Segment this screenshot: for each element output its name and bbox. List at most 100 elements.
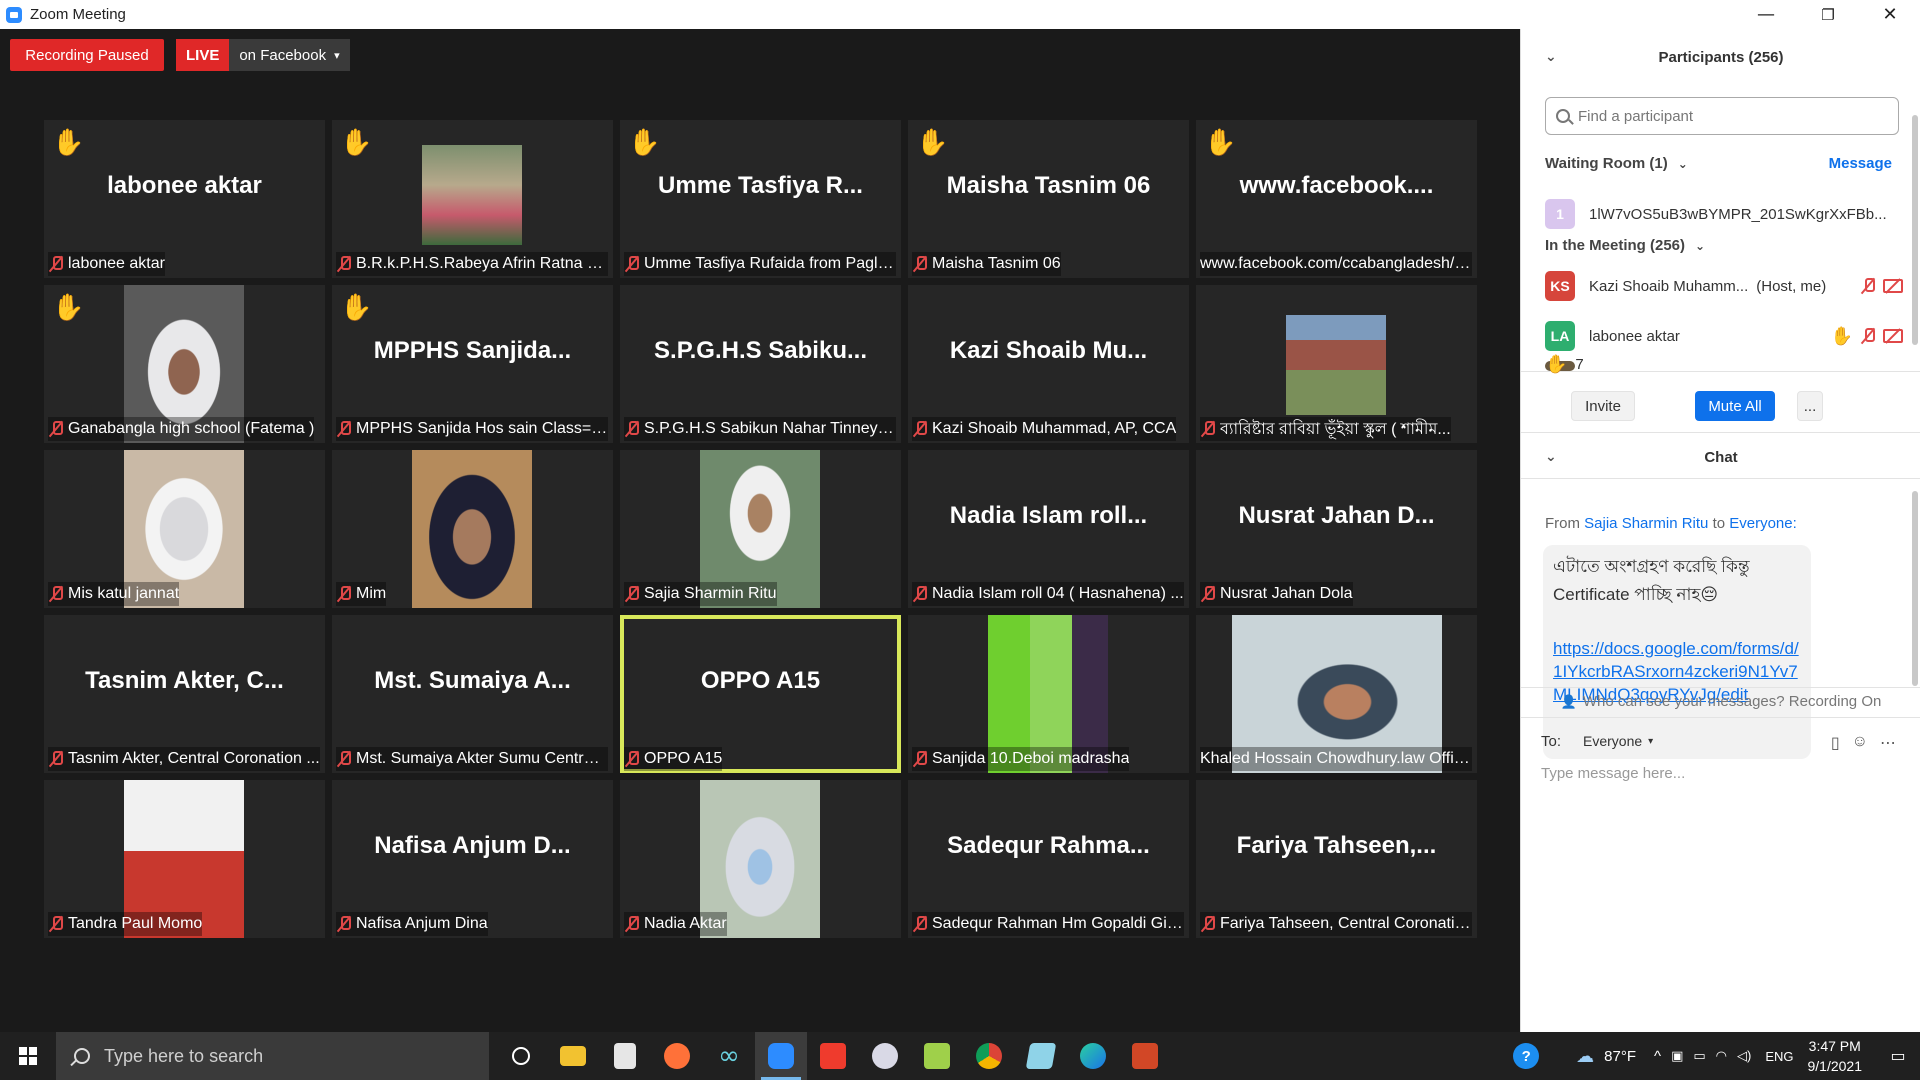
- language-indicator[interactable]: ENG: [1765, 1049, 1793, 1064]
- participant-row[interactable]: LA labonee aktar ✋: [1545, 319, 1905, 353]
- video-tile[interactable]: ✋ Ganabangla high school (Fatema ): [44, 285, 325, 443]
- powerpoint-icon[interactable]: [1119, 1032, 1171, 1080]
- collapse-chat-icon[interactable]: ⌄: [1545, 449, 1557, 465]
- video-tile[interactable]: Mst. Sumaiya A... Mst. Sumaiya Akter Sumu…: [332, 615, 613, 773]
- participant-search-input[interactable]: Find a participant: [1545, 97, 1899, 135]
- in-meeting-heading[interactable]: In the Meeting (256) ⌄: [1545, 237, 1705, 254]
- message-visibility-info[interactable]: 👤 Who can see your messages? Recording O…: [1521, 693, 1920, 710]
- muted-mic-icon[interactable]: [1861, 327, 1875, 345]
- video-tile[interactable]: Nafisa Anjum D... Nafisa Anjum Dina: [332, 780, 613, 938]
- recording-paused-button[interactable]: Recording Paused: [10, 39, 164, 71]
- divider: [1521, 432, 1920, 433]
- anydesk-icon[interactable]: [807, 1032, 859, 1080]
- paint-icon[interactable]: [859, 1032, 911, 1080]
- minimize-button[interactable]: —: [1736, 0, 1796, 29]
- video-tile[interactable]: Sanjida 10.Deboi madrasha: [908, 615, 1189, 773]
- avatar: 1: [1545, 199, 1575, 229]
- video-tile[interactable]: Maisha Tasnim 06 ✋ Maisha Tasnim 06: [908, 120, 1189, 278]
- video-tile[interactable]: MPPHS Sanjida... ✋ MPPHS Sanjida Hos sain …: [332, 285, 613, 443]
- chrome-icon[interactable]: [963, 1032, 1015, 1080]
- video-tile[interactable]: Khaled Hossain Chowdhury.law Offic...: [1196, 615, 1477, 773]
- weather-temp[interactable]: 87°F: [1604, 1048, 1636, 1065]
- taskbar-search-input[interactable]: Type here to search: [56, 1032, 489, 1080]
- collapse-participants-icon[interactable]: ⌄: [1545, 49, 1557, 65]
- participant-video: [422, 145, 522, 245]
- volume-icon[interactable]: ◁): [1737, 1048, 1751, 1064]
- infinity-app-icon[interactable]: ∞: [703, 1032, 755, 1080]
- chevron-up-icon[interactable]: ^: [1654, 1048, 1661, 1065]
- waiting-room-heading[interactable]: Waiting Room (1) ⌄: [1545, 155, 1688, 172]
- chat-scrollbar[interactable]: [1912, 491, 1918, 686]
- invite-button[interactable]: Invite: [1571, 391, 1635, 421]
- chat-message-input[interactable]: Type message here...: [1541, 765, 1685, 782]
- clock[interactable]: 3:47 PM 9/1/2021: [1808, 1036, 1863, 1076]
- video-tile[interactable]: Umme Tasfiya R... ✋ Umme Tasfiya Rufaida f…: [620, 120, 901, 278]
- mute-all-button[interactable]: Mute All: [1695, 391, 1775, 421]
- video-tile[interactable]: www.facebook.... ✋ www.facebook.com/ccaban…: [1196, 120, 1477, 278]
- zoom-taskbar-icon[interactable]: [755, 1032, 807, 1080]
- photos-icon[interactable]: [911, 1032, 963, 1080]
- notepad-icon[interactable]: [1015, 1032, 1067, 1080]
- firefox-icon[interactable]: [651, 1032, 703, 1080]
- raised-hand-icon: ✋: [340, 127, 373, 157]
- raised-hands-count: ✋ 7: [1545, 354, 1584, 375]
- video-tile[interactable]: Tandra Paul Momo: [44, 780, 325, 938]
- task-view-icon[interactable]: [495, 1032, 547, 1080]
- muted-mic-icon: [912, 255, 928, 273]
- video-tile[interactable]: Nadia Islam roll... Nadia Islam roll 04 (…: [908, 450, 1189, 608]
- device-icon[interactable]: ▣: [1671, 1048, 1683, 1064]
- video-tile[interactable]: Sadequr Rahma... Sadequr Rahman Hm Gopald…: [908, 780, 1189, 938]
- stream-dropdown[interactable]: on Facebook ▾: [229, 39, 350, 71]
- video-tile[interactable]: Kazi Shoaib Mu... Kazi Shoaib Muhammad, A…: [908, 285, 1189, 443]
- sender-name[interactable]: Sajia Sharmin Ritu: [1584, 515, 1708, 532]
- participant-name: labonee aktar: [1589, 327, 1680, 345]
- participant-name: B.R.k.P.H.S.Rabeya Afrin Ratna clas...: [356, 255, 608, 272]
- recipient-select[interactable]: Everyone ▾: [1573, 729, 1664, 753]
- raised-hands-number: 7: [1575, 356, 1584, 373]
- file-icon[interactable]: ▯: [1831, 733, 1840, 753]
- restore-button[interactable]: ❐: [1798, 0, 1858, 29]
- video-tile[interactable]: Tasnim Akter, C... Tasnim Akter, Central …: [44, 615, 325, 773]
- video-tile[interactable]: Nadia Aktar: [620, 780, 901, 938]
- muted-mic-icon: [624, 750, 640, 768]
- participants-scrollbar[interactable]: [1912, 115, 1918, 345]
- participant-row-host[interactable]: KS Kazi Shoaib Muhamm... (Host, me): [1545, 269, 1905, 303]
- video-tile[interactable]: labonee aktar ✋ labonee aktar: [44, 120, 325, 278]
- store-icon[interactable]: [599, 1032, 651, 1080]
- video-tile[interactable]: Mim: [332, 450, 613, 608]
- participant-name: Mim: [356, 585, 387, 602]
- muted-mic-icon[interactable]: [1861, 277, 1875, 295]
- weather-icon[interactable]: ☁: [1576, 1046, 1594, 1067]
- live-stream-badge[interactable]: LIVE on Facebook ▾: [176, 39, 350, 71]
- waiting-room-message-link[interactable]: Message: [1829, 155, 1892, 172]
- participant-display-name: S.P.G.H.S Sabiku...: [654, 337, 867, 364]
- wifi-icon[interactable]: ◠: [1716, 1048, 1727, 1064]
- video-tile[interactable]: Mis katul jannat: [44, 450, 325, 608]
- clock-date: 9/1/2021: [1807, 1058, 1863, 1074]
- close-button[interactable]: ✕: [1860, 0, 1920, 29]
- edge-icon[interactable]: [1067, 1032, 1119, 1080]
- video-tile[interactable]: Sajia Sharmin Ritu: [620, 450, 901, 608]
- waiting-room-title: Waiting Room (1): [1545, 155, 1668, 172]
- emoji-icon[interactable]: ☺: [1852, 733, 1868, 753]
- recipient-name[interactable]: Everyone:: [1729, 515, 1797, 532]
- battery-icon[interactable]: ▭: [1693, 1048, 1705, 1064]
- video-tile[interactable]: ব্যারিষ্টার রাবিয়া ভূঁইয়া স্কুল ( শামী…: [1196, 285, 1477, 443]
- waiting-participant-row[interactable]: 1 1lW7vOS5uB3wBYMPR_201SwKgrXxFBb...: [1545, 197, 1905, 231]
- video-tile[interactable]: Fariya Tahseen,... Fariya Tahseen, Centra…: [1196, 780, 1477, 938]
- video-off-icon[interactable]: [1883, 329, 1903, 343]
- more-options-button[interactable]: ...: [1797, 391, 1823, 421]
- participant-display-name: Umme Tasfiya R...: [658, 172, 863, 199]
- participant-display-name: MPPHS Sanjida...: [373, 337, 572, 364]
- video-tile[interactable]: S.P.G.H.S Sabiku... S.P.G.H.S Sabikun Nah…: [620, 285, 901, 443]
- video-off-icon[interactable]: [1883, 279, 1903, 293]
- start-button[interactable]: [0, 1032, 56, 1080]
- file-explorer-icon[interactable]: [547, 1032, 599, 1080]
- help-icon[interactable]: ?: [1500, 1032, 1552, 1080]
- video-tile[interactable]: ✋ B.R.k.P.H.S.Rabeya Afrin Ratna clas...: [332, 120, 613, 278]
- video-tile[interactable]: OPPO A15 OPPO A15: [620, 615, 901, 773]
- video-tile[interactable]: Nusrat Jahan D... Nusrat Jahan Dola: [1196, 450, 1477, 608]
- more-icon[interactable]: ⋯: [1880, 733, 1896, 753]
- chevron-down-icon: ⌄: [1695, 238, 1706, 253]
- notifications-icon[interactable]: ▭: [1876, 1032, 1920, 1080]
